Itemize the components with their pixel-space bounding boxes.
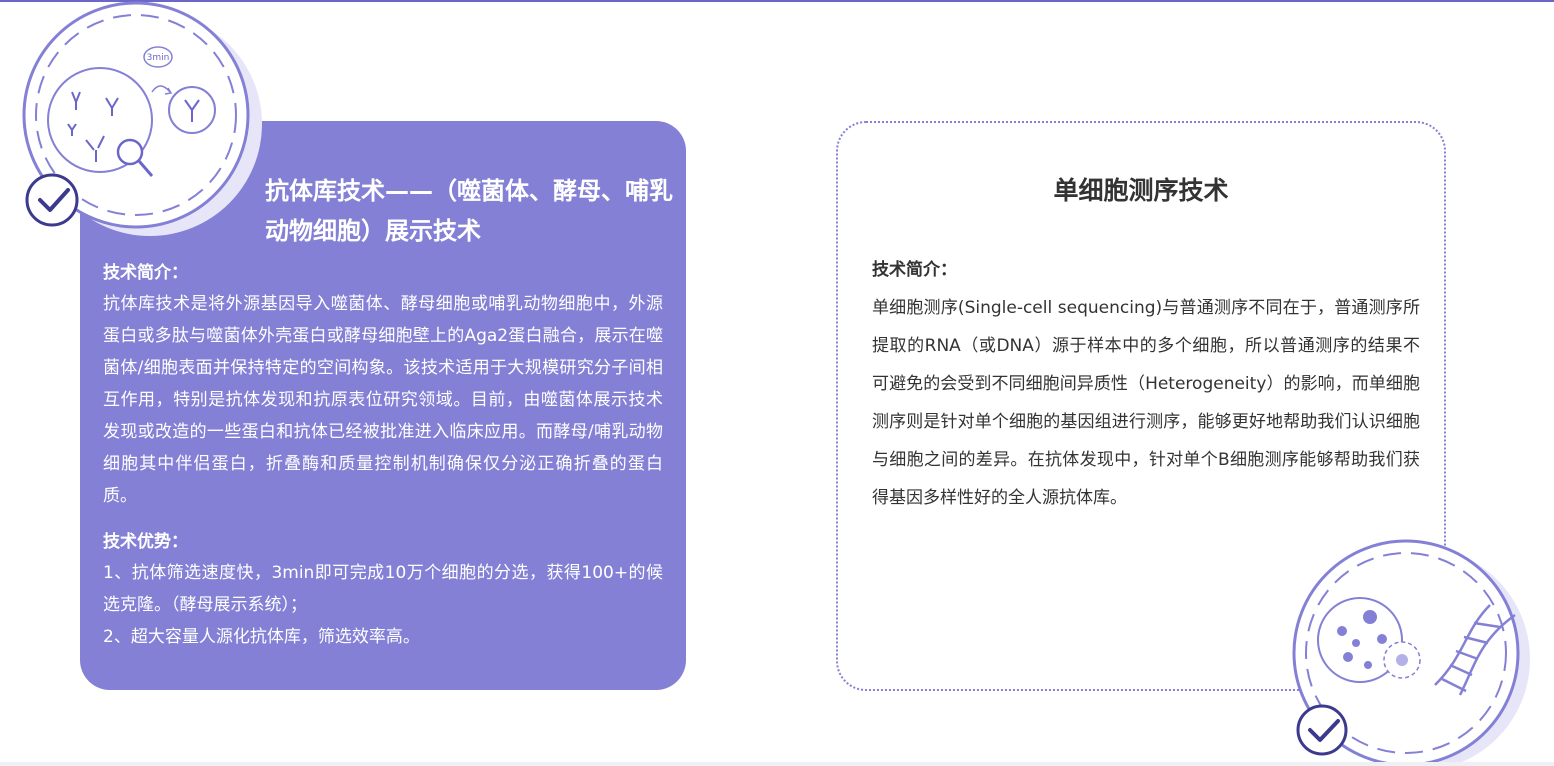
timer-badge-label: 3min xyxy=(147,53,170,63)
bottom-divider xyxy=(0,762,1554,766)
advantage-item-1: 1、抗体筛选速度快，3min即可完成10万个细胞的分选，获得100+的候选克隆。… xyxy=(103,563,663,615)
single-cell-title: 单细胞测序技术 xyxy=(1053,176,1229,205)
advantage-heading: 技术优势： xyxy=(103,532,188,552)
single-cell-body: 技术简介： 单细胞测序(Single-cell sequencing)与普通测序… xyxy=(872,255,1420,517)
dna-cell-illustration-icon xyxy=(1290,535,1554,766)
antibody-illustration-icon: 3min xyxy=(10,0,275,240)
antibody-library-title: 抗体库技术——（噬菌体、酵母、哺乳动物细胞）展示技术 xyxy=(265,177,673,245)
advantage-item-2: 2、超大容量人源化抗体库，筛选效率高。 xyxy=(103,627,420,647)
intro-text: 抗体库技术是将外源基因导入噬菌体、酵母细胞或哺乳动物细胞中，外源蛋白或多肽与噬菌… xyxy=(103,294,663,506)
intro-heading: 技术简介： xyxy=(103,263,188,283)
antibody-library-body: 技术简介： 抗体库技术是将外源基因导入噬菌体、酵母细胞或哺乳动物细胞中，外源蛋白… xyxy=(103,258,663,653)
page: 3min 抗体库技术——（噬菌体、酵母、哺乳动物细胞）展示技术 技术简介： 抗体… xyxy=(0,0,1554,766)
single-cell-intro-text: 单细胞测序(Single-cell sequencing)与普通测序不同在于，普… xyxy=(872,298,1420,508)
single-cell-intro-heading: 技术简介： xyxy=(872,260,957,280)
